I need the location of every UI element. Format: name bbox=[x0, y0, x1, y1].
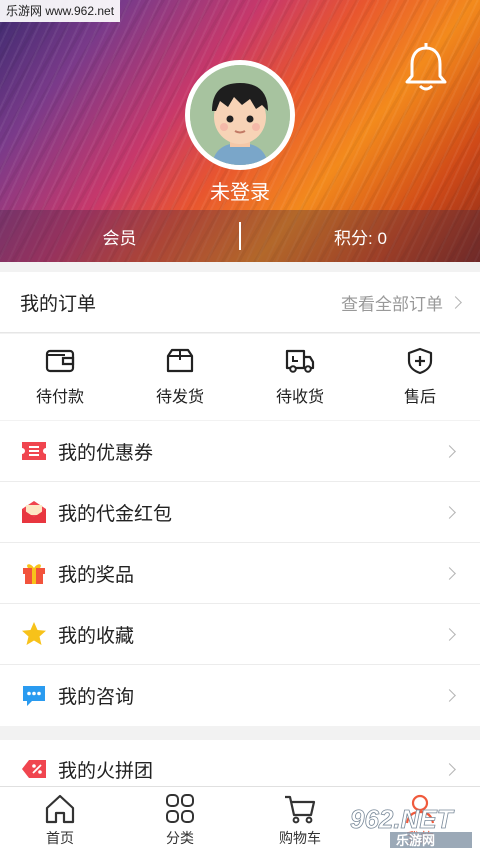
my-orders-title: 我的订单 bbox=[20, 293, 97, 315]
gift-icon bbox=[20, 559, 48, 587]
star-icon bbox=[20, 620, 48, 648]
view-all-orders-link[interactable]: 查看全部订单 bbox=[341, 290, 462, 315]
chevron-right-icon bbox=[443, 444, 456, 458]
menu-item-label: 我的代金红包 bbox=[58, 503, 173, 525]
order-type-after-sales[interactable]: 售后 bbox=[360, 334, 480, 420]
box-icon bbox=[166, 348, 194, 373]
chat-icon bbox=[20, 682, 48, 710]
svg-text:乐游网: 乐游网 bbox=[396, 833, 435, 849]
order-type-label: 售后 bbox=[403, 389, 436, 406]
tab-label: 首页 bbox=[46, 829, 74, 846]
order-type-label: 待发货 bbox=[155, 389, 204, 406]
chevron-right-icon bbox=[443, 689, 456, 702]
order-type-pending-payment[interactable]: 待付款 bbox=[0, 334, 120, 420]
order-type-label: 待付款 bbox=[35, 389, 84, 406]
chevron-right-icon bbox=[443, 762, 456, 776]
my-menu-list-2: 我的火拼团 bbox=[0, 740, 480, 788]
coupon-icon bbox=[20, 437, 48, 465]
tab-label: 购物车 bbox=[279, 829, 321, 846]
chevron-right-icon bbox=[449, 295, 462, 309]
wallet-icon bbox=[45, 349, 75, 373]
order-type-label: 待收货 bbox=[275, 389, 324, 406]
order-type-pending-receipt[interactable]: 待收货 bbox=[240, 334, 360, 420]
menu-item-prizes[interactable]: 我的奖品 bbox=[0, 543, 480, 604]
bell-icon[interactable] bbox=[402, 42, 450, 94]
view-all-orders-label: 查看全部订单 bbox=[341, 294, 443, 314]
menu-item-label: 我的火拼团 bbox=[58, 760, 154, 782]
site-logo-watermark: 962.NET 乐游网 bbox=[350, 804, 472, 849]
tab-category[interactable]: 分类 bbox=[120, 787, 240, 853]
stats-bar: 会员 积分: 0 bbox=[0, 210, 480, 262]
profile-header: 乐游网 www.962.net 未登录 会员 积分: 0 bbox=[0, 0, 480, 262]
truck-icon bbox=[285, 349, 315, 373]
avatar[interactable] bbox=[185, 60, 295, 170]
menu-item-red-envelopes[interactable]: 我的代金红包 bbox=[0, 482, 480, 543]
tab-label: 分类 bbox=[166, 829, 194, 846]
tab-cart[interactable]: 购物车 bbox=[240, 787, 360, 853]
points-label[interactable]: 积分: 0 bbox=[241, 224, 480, 249]
member-label[interactable]: 会员 bbox=[0, 224, 239, 249]
red-envelope-icon bbox=[20, 498, 48, 526]
chevron-right-icon bbox=[443, 566, 456, 580]
menu-item-coupons[interactable]: 我的优惠券 bbox=[0, 421, 480, 482]
my-menu-list: 我的优惠券 我的代金红包 我的奖品 我的收藏 我的咨询 bbox=[0, 421, 480, 726]
grid-icon bbox=[166, 793, 194, 823]
svg-text:962.NET: 962.NET bbox=[350, 804, 455, 834]
my-orders-header[interactable]: 我的订单 查看全部订单 bbox=[0, 272, 480, 333]
tab-home[interactable]: 首页 bbox=[0, 787, 120, 853]
shield-plus-icon bbox=[407, 347, 433, 375]
chevron-right-icon bbox=[443, 627, 456, 641]
chevron-right-icon bbox=[443, 505, 456, 519]
order-type-pending-shipment[interactable]: 待发货 bbox=[120, 334, 240, 420]
watermark-text: 乐游网 www.962.net bbox=[0, 0, 121, 22]
menu-item-favorites[interactable]: 我的收藏 bbox=[0, 604, 480, 665]
discount-tag-icon bbox=[20, 755, 48, 783]
menu-item-label: 我的奖品 bbox=[58, 564, 135, 586]
menu-item-label: 我的收藏 bbox=[58, 625, 135, 647]
order-status-row: 待付款 待发货 待收货 售后 bbox=[0, 334, 480, 420]
username-label[interactable]: 未登录 bbox=[0, 176, 480, 205]
home-icon bbox=[45, 794, 75, 823]
menu-item-label: 我的咨询 bbox=[58, 687, 135, 708]
menu-item-label: 我的优惠券 bbox=[58, 442, 154, 464]
avatar-boy-icon bbox=[190, 65, 290, 165]
menu-item-consultations[interactable]: 我的咨询 bbox=[0, 665, 480, 726]
cart-icon bbox=[285, 795, 316, 823]
